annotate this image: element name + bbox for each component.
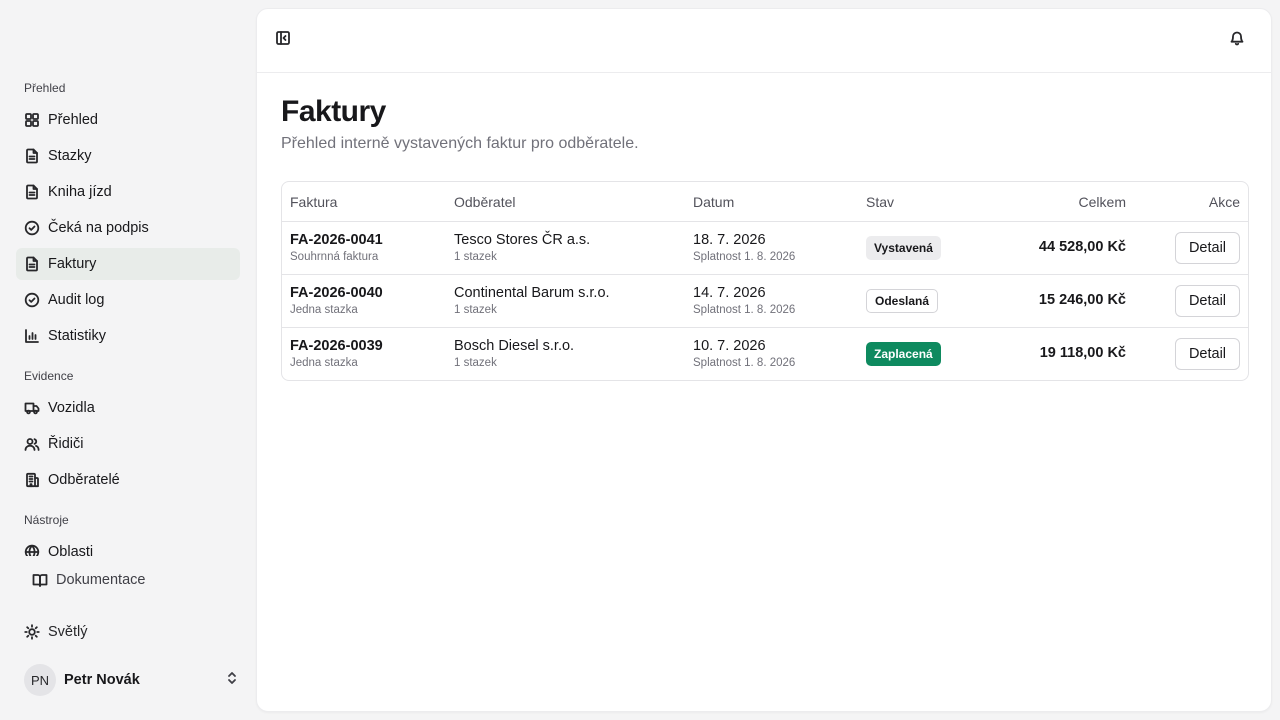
invoice-type: Jedna stazka bbox=[290, 357, 358, 369]
avatar: PN bbox=[24, 664, 56, 696]
sidebar-item-drivers[interactable]: Řidiči bbox=[16, 428, 240, 460]
invoice-total: 19 118,00 Kč bbox=[1039, 345, 1126, 361]
file-text-icon bbox=[24, 256, 40, 272]
topbar bbox=[257, 9, 1271, 73]
sidebar-item-label: Statistiky bbox=[48, 328, 107, 344]
sidebar-item-audit-log[interactable]: Audit log bbox=[16, 284, 240, 316]
main-panel: Faktury Přehled interně vystavených fakt… bbox=[256, 8, 1272, 712]
sidebar-item-vehicles[interactable]: Vozidla bbox=[16, 392, 240, 424]
grid-icon bbox=[24, 112, 40, 128]
customer-name: Tesco Stores ČR a.s. bbox=[454, 232, 591, 248]
truck-icon bbox=[24, 400, 40, 416]
nav-group-label-evidence: Evidence bbox=[24, 369, 74, 383]
book-open-icon bbox=[32, 572, 48, 588]
theme-toggle[interactable]: Světlý bbox=[24, 622, 88, 642]
invoice-type: Jedna stazka bbox=[290, 304, 358, 316]
customer-name: Bosch Diesel s.r.o. bbox=[454, 338, 575, 354]
table-row[interactable]: FA-2026-0041 Souhrnná faktura Tesco Stor… bbox=[282, 222, 1248, 275]
bar-chart-icon bbox=[24, 328, 40, 344]
file-text-icon bbox=[24, 148, 40, 164]
user-name: Petr Novák bbox=[64, 672, 140, 688]
invoice-date: 14. 7. 2026 bbox=[693, 285, 766, 301]
sidebar-item-label: Čeká na podpis bbox=[48, 220, 149, 236]
trip-count: 1 stazek bbox=[454, 251, 497, 263]
sidebar-item-label: Řidiči bbox=[48, 436, 84, 452]
detail-button[interactable]: Detail bbox=[1175, 232, 1240, 264]
column-header-total: Celkem bbox=[1078, 194, 1126, 210]
due-date: Splatnost 1. 8. 2026 bbox=[693, 304, 796, 316]
detail-button[interactable]: Detail bbox=[1175, 338, 1240, 370]
status-badge: Odeslaná bbox=[866, 289, 939, 313]
sidebar-item-label: Stazky bbox=[48, 148, 92, 164]
invoice-date: 18. 7. 2026 bbox=[693, 232, 766, 248]
invoice-type: Souhrnná faktura bbox=[290, 251, 379, 263]
sidebar-item-awaiting-signature[interactable]: Čeká na podpis bbox=[16, 212, 240, 244]
column-header-status: Stav bbox=[866, 194, 895, 210]
file-text-icon bbox=[24, 184, 40, 200]
table-header: Faktura Odběratel Datum Stav Celkem Akce bbox=[282, 182, 1248, 222]
users-icon bbox=[24, 436, 40, 452]
detail-button[interactable]: Detail bbox=[1175, 285, 1240, 317]
sidebar-item-statistics[interactable]: Statistiky bbox=[16, 320, 240, 352]
documentation-link[interactable]: Dokumentace bbox=[32, 570, 145, 590]
sidebar-item-customers[interactable]: Odběratelé bbox=[16, 464, 240, 496]
theme-label: Světlý bbox=[48, 624, 88, 640]
chevrons-up-down-icon bbox=[224, 670, 240, 691]
invoice-total: 15 246,00 Kč bbox=[1038, 292, 1126, 308]
sidebar-item-label: Audit log bbox=[48, 292, 105, 308]
invoice-total: 44 528,00 Kč bbox=[1038, 239, 1126, 255]
table-row[interactable]: FA-2026-0040 Jedna stazka Continental Ba… bbox=[282, 275, 1248, 328]
sidebar-item-label: Vozidla bbox=[48, 400, 95, 416]
sidebar-item-label: Oblasti bbox=[48, 544, 94, 556]
notifications-button[interactable] bbox=[1223, 26, 1251, 54]
check-circle-icon bbox=[24, 220, 40, 236]
customer-name: Continental Barum s.r.o. bbox=[454, 285, 610, 301]
column-header-date: Datum bbox=[693, 194, 735, 210]
user-menu[interactable]: PN Petr Novák bbox=[24, 664, 240, 696]
invoice-date: 10. 7. 2026 bbox=[693, 338, 766, 354]
due-date: Splatnost 1. 8. 2026 bbox=[693, 357, 796, 369]
sidebar-item-label: Faktury bbox=[48, 256, 97, 272]
status-badge: Vystavená bbox=[866, 236, 941, 260]
column-header-customer: Odběratel bbox=[454, 194, 516, 210]
table-row[interactable]: FA-2026-0039 Jedna stazka Bosch Diesel s… bbox=[282, 328, 1248, 380]
sidebar-item-label: Odběratelé bbox=[48, 472, 120, 488]
sidebar-item-label: Kniha jízd bbox=[48, 184, 112, 200]
invoice-number: FA-2026-0041 bbox=[290, 232, 383, 248]
sidebar-item-areas[interactable]: Oblasti bbox=[16, 536, 240, 556]
building-icon bbox=[24, 472, 40, 488]
page-subtitle: Přehled interně vystavených faktur pro o… bbox=[281, 135, 639, 152]
nav-group-label-overview: Přehled bbox=[24, 81, 66, 95]
trip-count: 1 stazek bbox=[454, 304, 497, 316]
documentation-label: Dokumentace bbox=[56, 572, 146, 588]
nav-group-label-tools: Nástroje bbox=[24, 513, 69, 527]
sidebar-item-invoices[interactable]: Faktury bbox=[16, 248, 240, 280]
bell-icon bbox=[1229, 30, 1245, 51]
check-circle-icon bbox=[24, 292, 40, 308]
sidebar-item-label: Přehled bbox=[48, 112, 98, 128]
sidebar: Přehled Přehled Stazky Kniha jízd Čeká n… bbox=[0, 0, 256, 720]
trip-count: 1 stazek bbox=[454, 357, 497, 369]
sidebar-item-trips[interactable]: Stazky bbox=[16, 140, 240, 172]
page-title: Faktury bbox=[281, 95, 386, 128]
sun-icon bbox=[24, 624, 40, 640]
column-header-actions: Akce bbox=[1208, 194, 1240, 210]
sidebar-toggle-button[interactable] bbox=[269, 26, 297, 54]
invoices-table: Faktura Odběratel Datum Stav Celkem Akce… bbox=[281, 181, 1249, 381]
column-header-invoice: Faktura bbox=[290, 194, 338, 210]
globe-icon bbox=[24, 544, 40, 556]
sidebar-item-overview[interactable]: Přehled bbox=[16, 104, 240, 136]
panel-left-close-icon bbox=[275, 30, 291, 51]
invoice-number: FA-2026-0039 bbox=[290, 338, 383, 354]
due-date: Splatnost 1. 8. 2026 bbox=[693, 251, 796, 263]
invoice-number: FA-2026-0040 bbox=[290, 285, 383, 301]
status-badge: Zaplacená bbox=[866, 342, 941, 366]
sidebar-item-logbook[interactable]: Kniha jízd bbox=[16, 176, 240, 208]
sidebar-nav[interactable]: Přehled Přehled Stazky Kniha jízd Čeká n… bbox=[0, 70, 256, 556]
